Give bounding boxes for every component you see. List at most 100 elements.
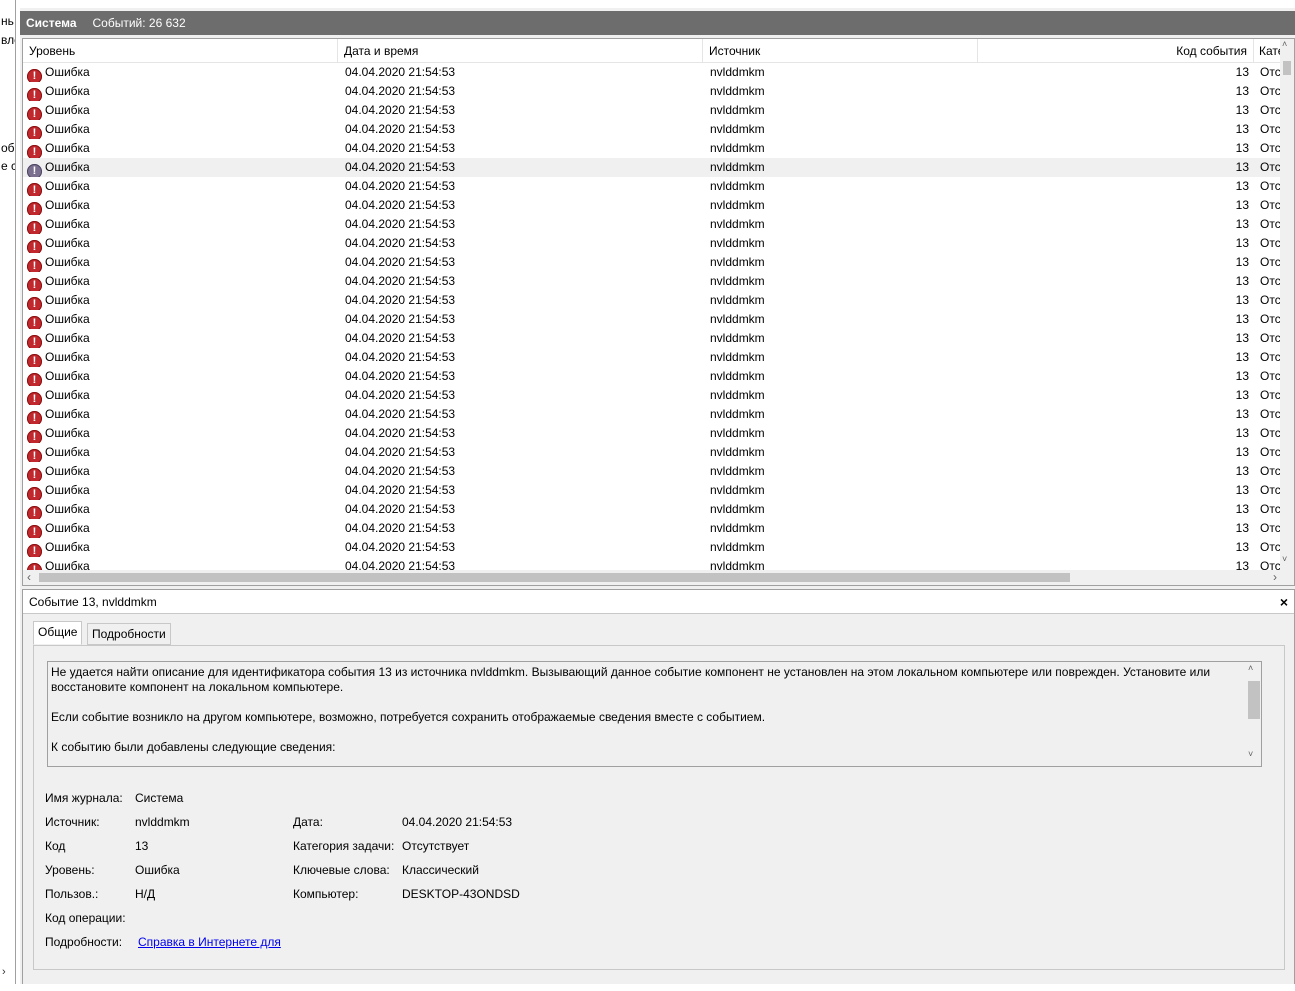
event-count: Событий: 26 632 [92, 16, 186, 30]
cell-date-text: 04.04.2020 21:54:53 [345, 312, 456, 326]
scroll-thumb[interactable] [39, 573, 1070, 582]
table-row[interactable]: !Ошибка04.04.2020 21:54:53nvlddmkm13Отсу… [23, 367, 1281, 386]
table-row[interactable]: !Ошибка04.04.2020 21:54:53nvlddmkm13Отсу… [23, 500, 1281, 519]
cell-level-text: Ошибка [45, 388, 90, 402]
table-row[interactable]: !Ошибка04.04.2020 21:54:53nvlddmkm13Отсу… [23, 481, 1281, 500]
cell-category-text: Отсутствует [1260, 483, 1281, 497]
horizontal-scrollbar[interactable]: ‹ › [23, 570, 1294, 585]
cell-source-text: nvlddmkm [710, 217, 765, 231]
cell-date-text: 04.04.2020 21:54:53 [345, 274, 456, 288]
cell-code: 13 [983, 158, 1249, 177]
table-row[interactable]: !Ошибка04.04.2020 21:54:53nvlddmkm13Отсу… [23, 196, 1281, 215]
table-row[interactable]: !Ошибка04.04.2020 21:54:53nvlddmkm13Отсу… [23, 386, 1281, 405]
cell-source-text: nvlddmkm [710, 483, 765, 497]
cell-category: Отсутствует [1260, 557, 1281, 571]
error-icon: ! [27, 430, 42, 443]
left-panel-scroll-arrow-icon[interactable]: › [2, 966, 6, 978]
table-row[interactable]: !Ошибка04.04.2020 21:54:53nvlddmkm13Отсу… [23, 158, 1281, 177]
scroll-thumb[interactable] [1248, 681, 1260, 719]
cell-source-text: nvlddmkm [710, 198, 765, 212]
table-row[interactable]: !Ошибка04.04.2020 21:54:53nvlddmkm13Отсу… [23, 329, 1281, 348]
cell-code: 13 [983, 367, 1249, 386]
scroll-thumb[interactable] [1283, 61, 1291, 75]
vertical-scrollbar[interactable]: ˄ ˅ [1280, 39, 1294, 570]
table-row[interactable]: !Ошибка04.04.2020 21:54:53nvlddmkm13Отсу… [23, 253, 1281, 272]
cell-source: nvlddmkm [710, 196, 980, 215]
scroll-left-icon[interactable]: ‹ [27, 570, 31, 584]
scroll-down-icon[interactable]: ˅ [1248, 749, 1253, 759]
cell-date-text: 04.04.2020 21:54:53 [345, 426, 456, 440]
table-row[interactable]: !Ошибка04.04.2020 21:54:53nvlddmkm13Отсу… [23, 291, 1281, 310]
cell-level: ! Ошибка [27, 291, 337, 310]
close-icon[interactable]: × [1276, 590, 1292, 614]
scroll-right-icon[interactable]: › [1273, 570, 1277, 584]
cell-date-text: 04.04.2020 21:54:53 [345, 502, 456, 516]
cell-code: 13 [983, 386, 1249, 405]
table-row[interactable]: !Ошибка04.04.2020 21:54:53nvlddmkm13Отсу… [23, 310, 1281, 329]
error-icon: ! [27, 411, 42, 424]
cell-source: nvlddmkm [710, 272, 980, 291]
table-row[interactable]: !Ошибка04.04.2020 21:54:53nvlddmkm13Отсу… [23, 519, 1281, 538]
cell-code-text: 13 [1235, 103, 1249, 117]
table-row[interactable]: !Ошибка04.04.2020 21:54:53nvlddmkm13Отсу… [23, 63, 1281, 82]
tab-details[interactable]: Подробности [87, 623, 171, 645]
tab-general[interactable]: Общие [33, 621, 83, 645]
cell-date: 04.04.2020 21:54:53 [345, 538, 705, 557]
cell-code-text: 13 [1235, 65, 1249, 79]
table-row[interactable]: !Ошибка04.04.2020 21:54:53nvlddmkm13Отсу… [23, 405, 1281, 424]
cell-code: 13 [983, 215, 1249, 234]
table-row[interactable]: !Ошибка04.04.2020 21:54:53nvlddmkm13Отсу… [23, 557, 1281, 571]
table-row[interactable]: !Ошибка04.04.2020 21:54:53nvlddmkm13Отсу… [23, 215, 1281, 234]
column-header-source[interactable]: Источник [703, 39, 978, 63]
error-icon: ! [27, 202, 42, 215]
cell-date-text: 04.04.2020 21:54:53 [345, 521, 456, 535]
scroll-down-icon[interactable]: ˅ [1282, 554, 1287, 564]
online-help-link[interactable]: Справка в Интернете для [138, 935, 281, 949]
table-row[interactable]: !Ошибка04.04.2020 21:54:53nvlddmkm13Отсу… [23, 538, 1281, 557]
cell-date-text: 04.04.2020 21:54:53 [345, 464, 456, 478]
cell-source-text: nvlddmkm [710, 445, 765, 459]
cell-date: 04.04.2020 21:54:53 [345, 557, 705, 571]
description-scrollbar[interactable]: ˄ ˅ [1246, 663, 1260, 765]
cell-category-text: Отсутствует [1260, 160, 1281, 174]
column-header-level[interactable]: Уровень [23, 39, 338, 63]
cell-code: 13 [983, 405, 1249, 424]
cell-source-text: nvlddmkm [710, 65, 765, 79]
cell-code: 13 [983, 310, 1249, 329]
scroll-up-icon[interactable]: ˄ [1282, 39, 1287, 49]
table-row[interactable]: !Ошибка04.04.2020 21:54:53nvlddmkm13Отсу… [23, 234, 1281, 253]
table-row[interactable]: !Ошибка04.04.2020 21:54:53nvlddmkm13Отсу… [23, 272, 1281, 291]
cell-code-text: 13 [1235, 141, 1249, 155]
column-header-category[interactable]: Категория [1254, 39, 1281, 63]
cell-source-text: nvlddmkm [710, 502, 765, 516]
field-label-source: Источник: [45, 815, 100, 829]
cell-source: nvlddmkm [710, 538, 980, 557]
cell-source: nvlddmkm [710, 253, 980, 272]
cell-date: 04.04.2020 21:54:53 [345, 481, 705, 500]
column-header-code[interactable]: Код события [978, 39, 1254, 63]
table-row[interactable]: !Ошибка04.04.2020 21:54:53nvlddmkm13Отсу… [23, 139, 1281, 158]
event-description[interactable]: Не удается найти описание для идентифика… [47, 661, 1262, 767]
error-icon: ! [27, 145, 42, 158]
table-row[interactable]: !Ошибка04.04.2020 21:54:53nvlddmkm13Отсу… [23, 348, 1281, 367]
cell-date-text: 04.04.2020 21:54:53 [345, 103, 456, 117]
scroll-up-icon[interactable]: ˄ [1248, 663, 1253, 673]
cell-date: 04.04.2020 21:54:53 [345, 500, 705, 519]
table-row[interactable]: !Ошибка04.04.2020 21:54:53nvlddmkm13Отсу… [23, 120, 1281, 139]
table-row[interactable]: !Ошибка04.04.2020 21:54:53nvlddmkm13Отсу… [23, 462, 1281, 481]
cell-code-text: 13 [1235, 255, 1249, 269]
table-row[interactable]: !Ошибка04.04.2020 21:54:53nvlddmkm13Отсу… [23, 82, 1281, 101]
cell-date: 04.04.2020 21:54:53 [345, 329, 705, 348]
cell-level-text: Ошибка [45, 445, 90, 459]
cell-level-text: Ошибка [45, 141, 90, 155]
table-row[interactable]: !Ошибка04.04.2020 21:54:53nvlddmkm13Отсу… [23, 177, 1281, 196]
cell-category: Отсутствует [1260, 253, 1281, 272]
table-row[interactable]: !Ошибка04.04.2020 21:54:53nvlddmkm13Отсу… [23, 443, 1281, 462]
event-list[interactable]: Уровень Дата и время Источник Код событи… [22, 38, 1295, 586]
table-row[interactable]: !Ошибка04.04.2020 21:54:53nvlddmkm13Отсу… [23, 424, 1281, 443]
event-detail-panel: Событие 13, nvlddmkm × Общие Подробности… [22, 589, 1295, 991]
column-header-date[interactable]: Дата и время [338, 39, 703, 63]
cell-source-text: nvlddmkm [710, 540, 765, 554]
table-row[interactable]: !Ошибка04.04.2020 21:54:53nvlddmkm13Отсу… [23, 101, 1281, 120]
cell-date: 04.04.2020 21:54:53 [345, 139, 705, 158]
